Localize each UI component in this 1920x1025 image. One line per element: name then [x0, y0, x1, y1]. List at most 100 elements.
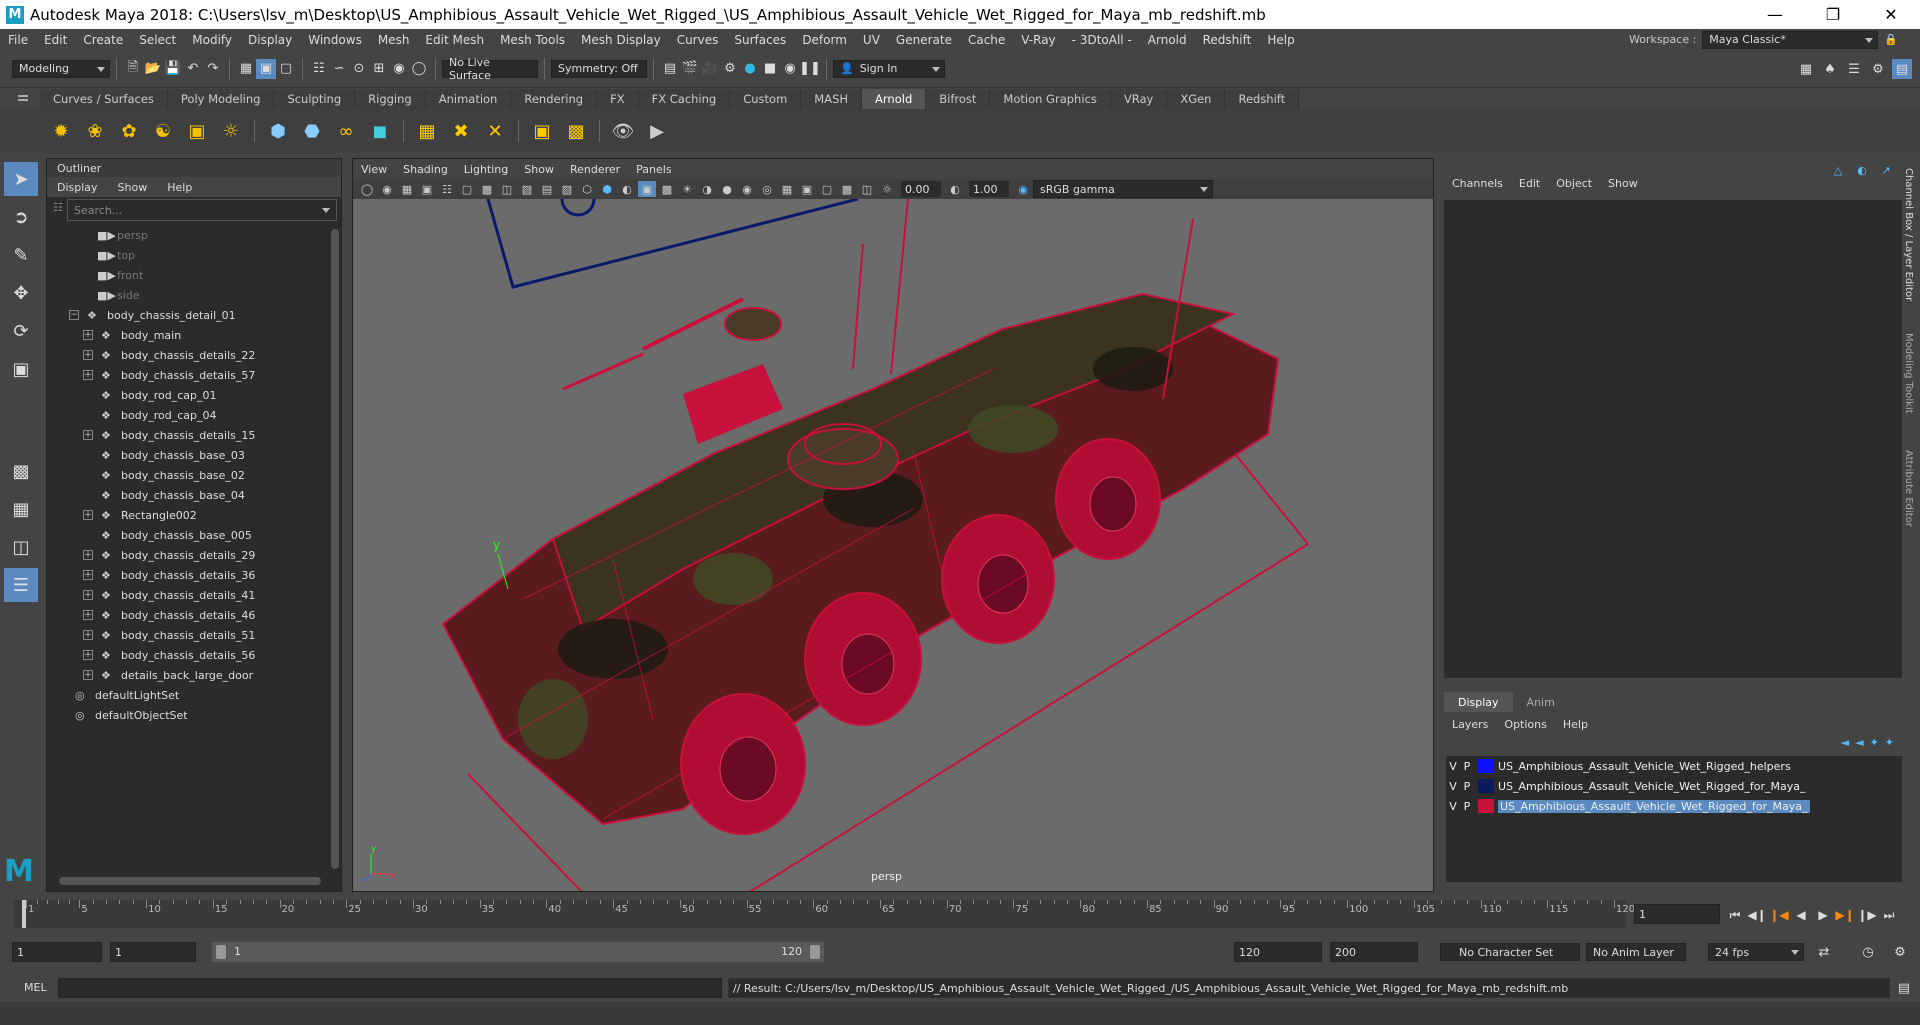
rotate-tool-icon[interactable]: ⟳: [4, 314, 38, 348]
menu-help[interactable]: Help: [1259, 33, 1302, 47]
sign-in-dropdown[interactable]: 👤 Sign In: [833, 59, 945, 78]
menu-generate[interactable]: Generate: [888, 33, 960, 47]
perspective-viewport[interactable]: View Shading Lighting Show Renderer Panels ◯ …: [352, 158, 1434, 892]
step-back-key-icon[interactable]: ◀❙: [1747, 906, 1766, 924]
snap-curve-icon[interactable]: ∽: [329, 59, 349, 79]
shelf-tab-poly-modeling[interactable]: Poly Modeling: [167, 89, 275, 109]
go-to-end-icon[interactable]: ⏭: [1880, 906, 1898, 924]
playblast-icon[interactable]: ▶: [642, 116, 672, 146]
outliner-item[interactable]: + ❖ body_chassis_details_41: [47, 585, 341, 605]
menu-file[interactable]: File: [0, 33, 36, 47]
four-view-layout-icon[interactable]: ▦: [4, 492, 38, 526]
wireframe-icon[interactable]: ⬡: [578, 181, 596, 197]
safe-title-icon[interactable]: ▨: [558, 181, 576, 197]
layer-tab-anim[interactable]: Anim: [1513, 692, 1569, 712]
light-portal-icon[interactable]: ▣: [182, 116, 212, 146]
outliner-item[interactable]: + ❖ body_chassis_details_57: [47, 365, 341, 385]
select-object-icon[interactable]: ▣: [256, 58, 276, 79]
anim-layer-dropdown[interactable]: No Anim Layer: [1586, 943, 1686, 961]
viewport-menu-renderer[interactable]: Renderer: [562, 163, 628, 176]
physical-sky-icon[interactable]: ☼: [216, 116, 246, 146]
layer-row[interactable]: V P US_Amphibious_Assault_Vehicle_Wet_Rigg…: [1446, 776, 1902, 796]
character-controls-icon[interactable]: ♠: [1820, 59, 1840, 79]
minimize-button[interactable]: —: [1746, 0, 1804, 29]
tx-manager-icon[interactable]: ▩: [561, 116, 591, 146]
outliner-item[interactable]: ❖ body_chassis_base_04: [47, 485, 341, 505]
outliner-camera-persp[interactable]: ■▶ persp: [47, 225, 341, 245]
redshift-render-icon[interactable]: ◉: [780, 59, 800, 79]
shelf-tab-sculpting[interactable]: Sculpting: [274, 89, 356, 109]
paint-select-tool-icon[interactable]: ✎: [4, 238, 38, 272]
time-slider-track[interactable]: 1 5 10 15 20 25 30 35 40 45 50 55 60 65 70 75 80 85 90 95 10…: [14, 900, 1635, 928]
shelf-tab-rendering[interactable]: Rendering: [511, 89, 598, 109]
expand-icon[interactable]: +: [83, 650, 93, 660]
two-pane-layout-icon[interactable]: ◫: [4, 530, 38, 564]
use-all-lights-icon[interactable]: ☀: [678, 181, 696, 197]
light-editor-icon[interactable]: ▣: [527, 116, 557, 146]
gate-mask-icon[interactable]: ◫: [498, 181, 516, 197]
step-forward-key-icon[interactable]: ❙▶: [1857, 906, 1876, 924]
layer-color-swatch[interactable]: [1478, 779, 1494, 793]
render-view-icon[interactable]: ■: [760, 59, 780, 79]
select-tool-icon[interactable]: ➤: [4, 162, 38, 196]
select-hierarchy-icon[interactable]: ▦: [236, 59, 256, 79]
mode-dropdown[interactable]: Modeling: [12, 59, 110, 78]
outliner-menu-show[interactable]: Show: [108, 181, 158, 194]
gamma-field[interactable]: 1.00: [969, 181, 1009, 197]
camera-attributes-icon[interactable]: ◉: [378, 181, 396, 197]
layer-row[interactable]: V P US_Amphibious_Assault_Vehicle_Wet_Rigg…: [1446, 756, 1902, 776]
snap-surface-icon[interactable]: ◉: [389, 59, 409, 79]
outliner-camera-front[interactable]: ■▶ front: [47, 265, 341, 285]
outliner-item[interactable]: + ❖ body_chassis_details_29: [47, 545, 341, 565]
render-preview-icon[interactable]: 👁: [608, 116, 638, 146]
current-frame-field[interactable]: 1: [1634, 904, 1720, 924]
expand-icon[interactable]: +: [83, 510, 93, 520]
play-forwards-icon[interactable]: ▶: [1814, 906, 1832, 924]
field-chart-icon[interactable]: ▧: [518, 181, 536, 197]
menu-deform[interactable]: Deform: [794, 33, 855, 47]
layer-menu-layers[interactable]: Layers: [1444, 718, 1496, 731]
menu-mesh-display[interactable]: Mesh Display: [573, 33, 669, 47]
layer-color-swatch[interactable]: [1478, 759, 1494, 773]
step-back-frame-icon[interactable]: ❙◀: [1769, 906, 1788, 924]
render-settings-icon[interactable]: ⚙: [720, 59, 740, 79]
expand-icon[interactable]: +: [83, 610, 93, 620]
fps-dropdown[interactable]: 24 fps: [1708, 943, 1804, 961]
menu-v-ray[interactable]: V-Ray: [1013, 33, 1063, 47]
tool-settings-icon[interactable]: ⚙: [1868, 59, 1888, 79]
skydome-light-icon[interactable]: ☯: [148, 116, 178, 146]
shelf-tab-redshift[interactable]: Redshift: [1225, 89, 1300, 109]
new-scene-icon[interactable]: 🗎: [123, 59, 143, 79]
modeling-toolkit-tab[interactable]: Modeling Toolkit: [1903, 333, 1914, 414]
channel-box-area[interactable]: [1444, 200, 1902, 678]
menu-modify[interactable]: Modify: [184, 33, 240, 47]
range-end-handle[interactable]: [810, 945, 820, 959]
step-forward-frame-icon[interactable]: ▶❙: [1835, 906, 1854, 924]
shelf-tab-rigging[interactable]: Rigging: [355, 89, 426, 109]
outliner-item[interactable]: ❖ body_chassis_base_03: [47, 445, 341, 465]
menu-edit-mesh[interactable]: Edit Mesh: [417, 33, 492, 47]
isolate-select-icon[interactable]: ▣: [798, 181, 816, 197]
film-gate-icon[interactable]: ▢: [458, 181, 476, 197]
history-icon[interactable]: ▤: [660, 59, 680, 79]
expand-icon[interactable]: +: [83, 630, 93, 640]
channel-box-layer-editor-tab[interactable]: Channel Box / Layer Editor: [1903, 168, 1914, 301]
select-component-icon[interactable]: ▢: [276, 59, 296, 79]
snap-grid-icon[interactable]: ☷: [309, 59, 329, 79]
outliner-item[interactable]: + ❖ body_chassis_details_46: [47, 605, 341, 625]
anti-aliasing-icon[interactable]: ◎: [758, 181, 776, 197]
collapse-icon[interactable]: −: [69, 310, 79, 320]
menu-uv[interactable]: UV: [855, 33, 888, 47]
shelf-menu-icon[interactable]: [16, 91, 30, 107]
bookmarks-icon[interactable]: ▦: [398, 181, 416, 197]
close-button[interactable]: ✕: [1862, 0, 1920, 29]
outliner-layout-icon[interactable]: ☰: [4, 568, 38, 602]
expand-icon[interactable]: +: [83, 370, 93, 380]
layer-name[interactable]: US_Amphibious_Assault_Vehicle_Wet_Rigged…: [1498, 760, 1791, 773]
channel-box-toggle-icon[interactable]: ◐: [1852, 160, 1872, 180]
animation-end-field[interactable]: 200: [1330, 942, 1418, 962]
safe-action-icon[interactable]: ▤: [538, 181, 556, 197]
scene-view[interactable]: y y x: [353, 199, 1434, 892]
view-transform-dropdown[interactable]: sRGB gamma: [1033, 180, 1213, 198]
viewport-menu-panels[interactable]: Panels: [628, 163, 679, 176]
